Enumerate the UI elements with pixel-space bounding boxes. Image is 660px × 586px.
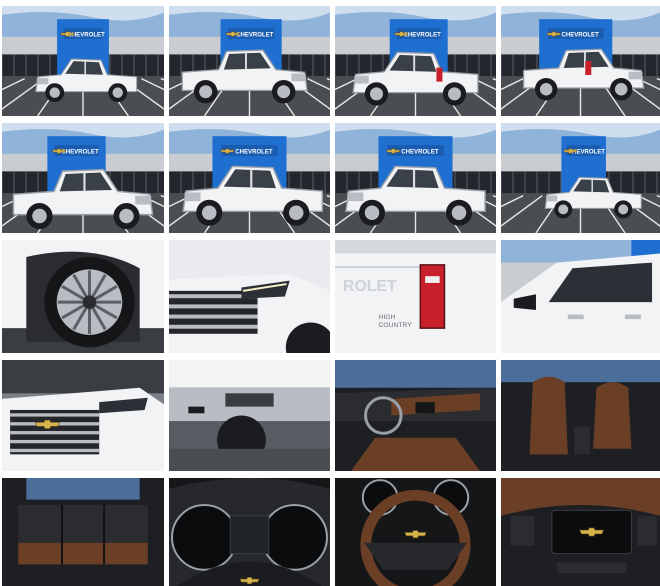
interior-steering-wheel-image [335, 478, 496, 586]
dealer-sign-text: CHEVROLET [236, 32, 274, 38]
thumb-gauge-cluster[interactable] [169, 478, 330, 586]
tailgate-badge-text: ROLET [343, 278, 397, 295]
thumb-rear-quarter-right[interactable]: CHEVROLET [501, 6, 660, 116]
thumb-rear-bumper-detail[interactable] [169, 360, 330, 471]
interior-rear-seats-image [2, 478, 164, 586]
exterior-front-low-image: CHEVROLET [169, 123, 330, 233]
detail-rear-bumper-image [169, 360, 330, 471]
exterior-front-distant-image: CHEVROLET [501, 123, 660, 233]
detail-wheel-image [2, 240, 164, 353]
photo-gallery: CHEVROLET CHEVROLET CHEVROLET CHEVROLET CHEV… [0, 0, 660, 586]
thumb-front-distant[interactable]: CHEVROLET [501, 123, 660, 233]
exterior-rear-quarter-right-image: CHEVROLET [501, 6, 660, 116]
detail-headlight-image [169, 240, 330, 353]
exterior-front-quarter-right-image: CHEVROLET [169, 6, 330, 116]
dealer-sign-text: CHEVROLET [401, 149, 439, 155]
thumb-front-three-quarter[interactable]: CHEVROLET [335, 123, 496, 233]
detail-grille-image [2, 360, 164, 471]
dealer-sign-text: CHEVROLET [404, 32, 442, 38]
thumb-side-mirror-detail[interactable] [501, 240, 660, 353]
thumb-steering-wheel[interactable] [335, 478, 496, 586]
exterior-front-quarter-left-image: CHEVROLET [2, 6, 164, 116]
thumb-rear-quarter-left[interactable]: CHEVROLET [335, 6, 496, 116]
exterior-front-three-quarter-image: CHEVROLET [335, 123, 496, 233]
trim-badge-line2: COUNTRY [378, 322, 412, 329]
thumb-front-low[interactable]: CHEVROLET [169, 123, 330, 233]
trim-badge-line1: HIGH [378, 314, 395, 321]
thumb-wheel-detail[interactable] [2, 240, 164, 353]
thumb-infotainment-screen[interactable] [501, 478, 660, 586]
interior-infotainment-image [501, 478, 660, 586]
thumb-dashboard-interior[interactable] [335, 360, 496, 471]
exterior-rear-quarter-left-image: CHEVROLET [335, 6, 496, 116]
detail-side-mirror-image [501, 240, 660, 353]
detail-taillight-image: ROLET HIGHCOUNTRY [335, 240, 496, 353]
thumb-side-front-right[interactable]: CHEVROLET [169, 6, 330, 116]
thumb-rear-seats-interior[interactable] [2, 478, 164, 586]
interior-dashboard-image [335, 360, 496, 471]
thumb-taillight-detail[interactable]: ROLET HIGH COUNTRY [335, 240, 496, 353]
thumb-grille-detail[interactable] [2, 360, 164, 471]
interior-gauge-cluster-image [169, 478, 330, 586]
dealer-sign-text: CHEVROLET [61, 149, 99, 155]
thumb-headlight-detail[interactable] [169, 240, 330, 353]
dealer-sign-text: CHEVROLET [561, 32, 599, 38]
thumb-front-seats-interior[interactable] [501, 360, 660, 471]
dealer-sign-text: CHEVROLET [235, 149, 273, 155]
thumb-side-profile[interactable]: CHEVROLET [2, 123, 164, 233]
thumb-front-quarter-left[interactable]: CHEVROLET [2, 6, 164, 116]
exterior-side-profile-image: CHEVROLET [2, 123, 164, 233]
interior-front-seats-image [501, 360, 660, 471]
